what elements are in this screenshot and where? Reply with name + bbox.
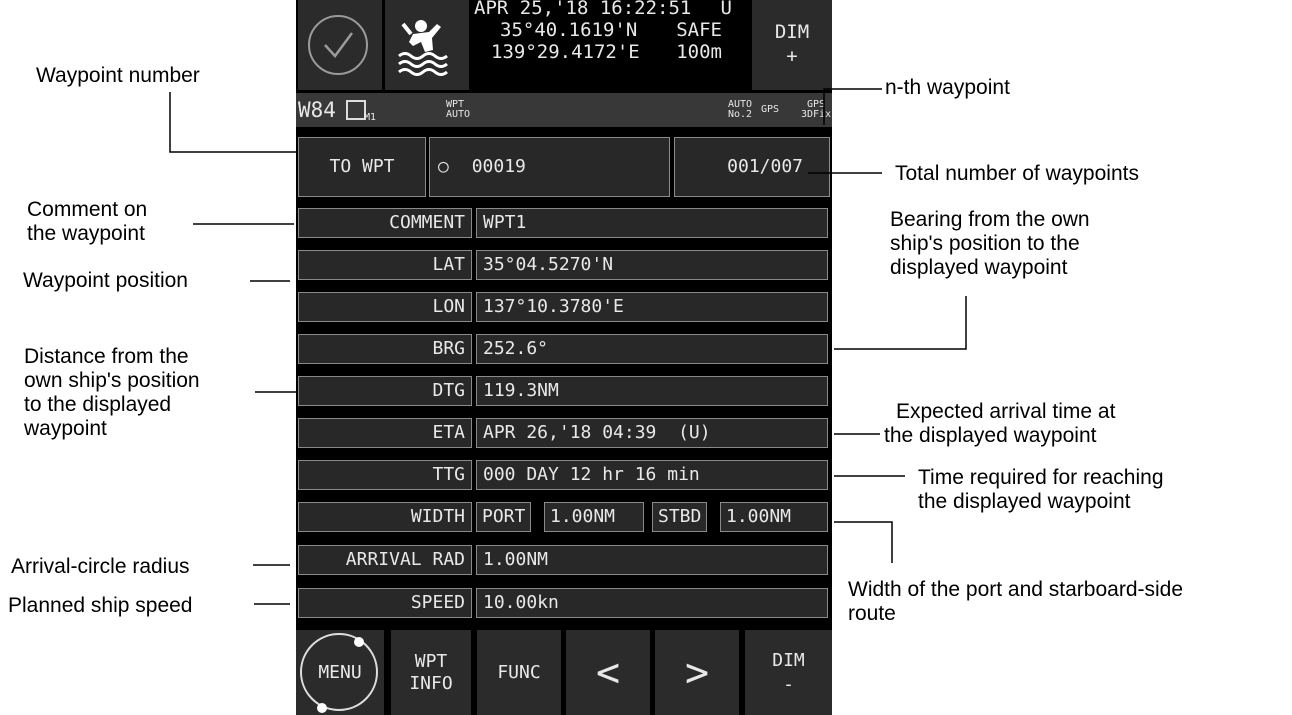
annotation-waypoint-number: Waypoint number — [36, 64, 200, 87]
annotation-total-waypoints: Total number of waypoints — [895, 162, 1139, 185]
annotation-comment: Comment on the waypoint — [27, 198, 148, 245]
annotation-ttg: Time required for reaching the displayed… — [918, 466, 1164, 513]
annotation-position: Waypoint position — [23, 269, 188, 292]
annotation-distance: Distance from the own ship's position to… — [24, 345, 200, 440]
annotation-bearing: Bearing from the own ship's position to … — [890, 208, 1090, 279]
annotation-nth-waypoint: n-th waypoint — [885, 76, 1010, 99]
annotation-eta: Expected arrival time at the displayed w… — [884, 400, 1116, 447]
annotation-speed: Planned ship speed — [8, 594, 193, 617]
annotation-width: Width of the port and starboard-side rou… — [848, 578, 1184, 625]
annotation-arrival-radius: Arrival-circle radius — [11, 555, 190, 578]
